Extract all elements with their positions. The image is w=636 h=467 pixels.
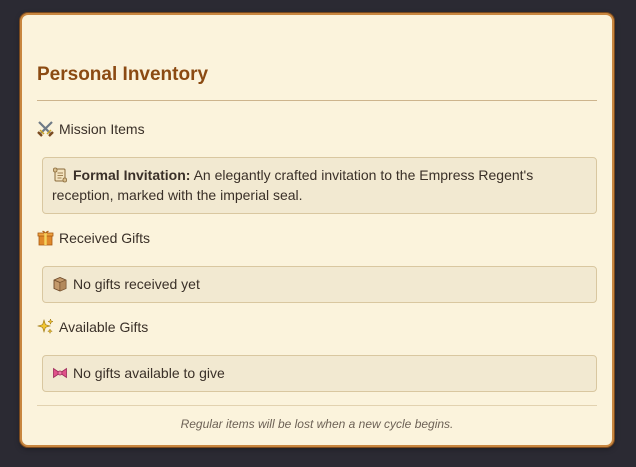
gift-icon [37, 229, 54, 246]
available-gifts-empty: No gifts available to give [73, 365, 225, 381]
item-name: Formal Invitation: [73, 167, 191, 183]
mission-items-label: Mission Items [59, 120, 145, 137]
received-gifts-heading: Received Gifts [37, 229, 150, 246]
scroll-icon [52, 167, 68, 183]
sparkles-icon [36, 318, 54, 335]
available-gifts-label: Available Gifts [59, 318, 149, 335]
received-gifts-card: No gifts received yet [42, 266, 597, 303]
box-icon [52, 276, 68, 292]
footer-note: Regular items will be lost when a new cy… [180, 417, 454, 431]
crossed-swords-icon [37, 120, 54, 137]
footer-divider [37, 405, 597, 406]
received-gifts-empty: No gifts received yet [73, 276, 200, 292]
available-gifts-heading: Available Gifts [36, 318, 149, 335]
ribbon-icon [52, 365, 68, 381]
available-gifts-card: No gifts available to give [42, 355, 597, 392]
mission-items-heading: Mission Items [37, 120, 145, 137]
received-gifts-label: Received Gifts [59, 229, 151, 246]
mission-item-card: Formal Invitation: An elegantly crafted … [42, 157, 597, 214]
inventory-panel: Personal Inventory Mission Items Formal … [20, 13, 614, 447]
title-divider [37, 100, 597, 101]
inventory-title: Personal Inventory [37, 64, 209, 85]
